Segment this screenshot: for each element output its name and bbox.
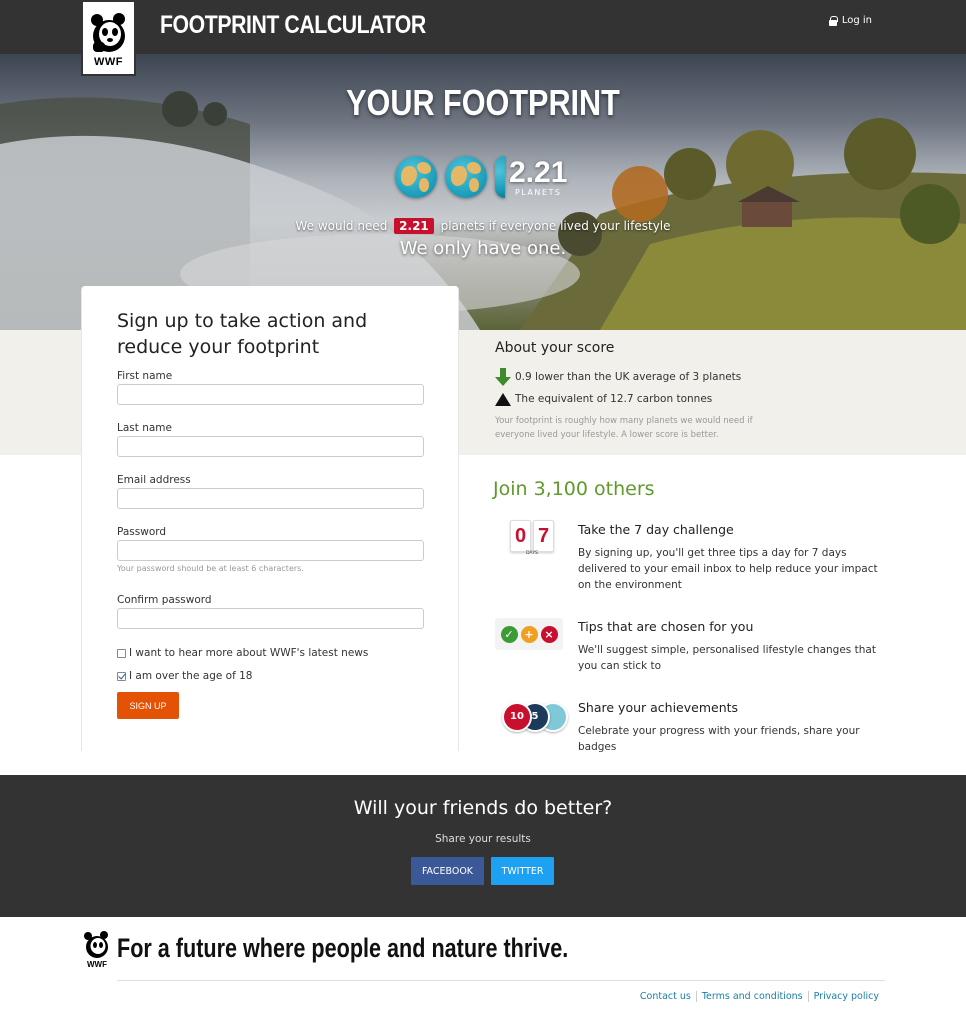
share-title: Will your friends do better?: [353, 797, 613, 819]
wwf-logo[interactable]: WWF: [81, 0, 136, 76]
footer-slogan: For a future where people and nature thr…: [117, 933, 569, 963]
first-name-field[interactable]: [117, 384, 424, 405]
share-subtitle: Share your results: [435, 833, 531, 845]
feature-text-challenge: By signing up, you'll get three tips a d…: [578, 547, 878, 591]
comparison-text: 0.9 lower than the UK average of 3 plane…: [515, 371, 742, 383]
about-score-panel: About your score 0.9 lower than the UK a…: [495, 340, 795, 442]
twitter-button[interactable]: TWITTER: [491, 857, 554, 885]
feature-text-tips: We'll suggest simple, personalised lifes…: [578, 644, 876, 672]
top-bar: FOOTPRINT CALCULATOR Log in: [0, 0, 966, 54]
footer-logo-text: WWF: [87, 960, 107, 969]
facebook-button[interactable]: FACEBOOK: [411, 857, 484, 885]
panda-icon: [90, 13, 125, 52]
feature-text-share: Celebrate your progress with your friend…: [578, 725, 860, 753]
signup-button[interactable]: SIGN UP: [117, 692, 179, 719]
footer-panda-logo[interactable]: WWF: [83, 931, 111, 969]
news-checkbox-row[interactable]: I want to hear more about WWF's latest n…: [117, 647, 368, 659]
email-field[interactable]: [117, 488, 424, 509]
arrow-down-icon: [495, 368, 511, 386]
age-checkbox-label: I am over the age of 18: [129, 670, 253, 682]
password-label: Password: [117, 526, 167, 538]
app-title: FOOTPRINT CALCULATOR: [160, 11, 426, 39]
day-digit: 0: [510, 520, 531, 552]
globe-icon: [395, 156, 437, 198]
carbon-text: The equivalent of 12.7 carbon tonnes: [515, 393, 713, 405]
news-checkbox-label: I want to hear more about WWF's latest n…: [129, 647, 369, 659]
terms-link[interactable]: Terms and conditions: [695, 991, 808, 1002]
planets-visual: 2.21 PLANETS: [395, 156, 567, 198]
first-name-label: First name: [117, 370, 173, 382]
cross-icon: ×: [540, 625, 558, 643]
feature-title-challenge: Take the 7 day challenge: [578, 522, 734, 537]
score-display: 2.21 PLANETS: [509, 155, 568, 197]
score-unit: PLANETS: [514, 187, 562, 197]
comparison-row: 0.9 lower than the UK average of 3 plane…: [495, 366, 795, 388]
logo-text: WWF: [94, 56, 123, 68]
join-title: Join 3,100 others: [493, 478, 655, 500]
age-checkbox[interactable]: [117, 671, 126, 681]
last-name-field[interactable]: [117, 436, 424, 457]
about-note: Your footprint is roughly how many plane…: [495, 416, 753, 440]
need-sentence: We would need 2.21 planets if everyone l…: [0, 218, 966, 234]
tips-icon: ✓ + ×: [495, 618, 563, 650]
need-suffix: planets if everyone lived your lifestyle: [440, 219, 671, 233]
privacy-policy-link[interactable]: Privacy policy: [807, 991, 884, 1002]
seven-day-calendar-icon: 0 7 DAYS: [508, 520, 556, 560]
carbon-row: The equivalent of 12.7 carbon tonnes: [495, 388, 795, 410]
password-help: Your password should be at least 6 chara…: [117, 564, 304, 573]
feature-title-tips: Tips that are chosen for you: [578, 619, 754, 634]
plus-icon: +: [520, 625, 538, 643]
password-field[interactable]: [117, 540, 424, 561]
badge-icon: 10: [502, 702, 532, 732]
need-prefix: We would need: [295, 219, 388, 233]
login-label: Log in: [841, 15, 872, 26]
carbon-mountain-icon: [495, 392, 511, 406]
about-title: About your score: [495, 340, 615, 356]
confirm-password-label: Confirm password: [117, 594, 212, 606]
form-title: Sign up to take action and reduce your f…: [117, 310, 368, 358]
feature-title-share: Share your achievements: [578, 700, 739, 715]
share-band: Will your friends do better? Share your …: [0, 775, 966, 917]
login-link[interactable]: Log in: [828, 15, 872, 26]
footer-links: Contact us Terms and conditions Privacy …: [635, 991, 884, 1002]
signup-form: Sign up to take action and reduce your f…: [81, 286, 459, 751]
confirm-password-field[interactable]: [117, 608, 424, 629]
globe-icon: [445, 156, 487, 198]
partial-globe-icon: [495, 156, 505, 198]
need-value-badge: 2.21: [394, 218, 434, 234]
check-icon: ✓: [500, 625, 518, 643]
contact-us-link[interactable]: Contact us: [635, 991, 696, 1002]
hero-title: YOUR FOOTPRINT: [346, 82, 620, 123]
last-name-label: Last name: [117, 422, 172, 434]
email-label: Email address: [117, 474, 191, 486]
score-value: 2.21: [509, 155, 568, 189]
lock-icon: [828, 15, 838, 26]
news-checkbox[interactable]: [117, 648, 126, 658]
hero-tagline: We only have one.: [399, 238, 567, 259]
day-digit: 7: [533, 520, 554, 552]
badges-icon: 5 10: [502, 700, 570, 734]
footer-divider: [117, 980, 885, 981]
days-label: DAYS: [526, 551, 538, 556]
age-checkbox-row[interactable]: I am over the age of 18: [117, 670, 252, 682]
